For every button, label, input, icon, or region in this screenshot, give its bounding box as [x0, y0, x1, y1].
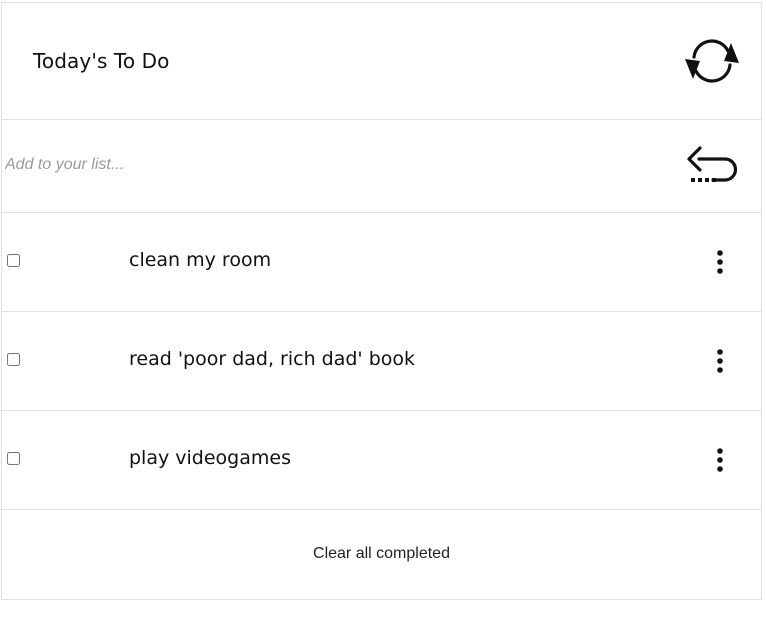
todo-list: clean my room read 'poor dad, rich dad' …: [2, 213, 761, 510]
list-item: clean my room: [2, 213, 761, 312]
todo-text: play videogames: [129, 447, 291, 469]
clear-completed-button[interactable]: Clear all completed: [2, 545, 761, 563]
enter-return-icon: [687, 146, 738, 182]
refresh-button[interactable]: [684, 35, 740, 87]
todo-text: read 'poor dad, rich dad' book: [129, 348, 416, 370]
kebab-menu-icon: [717, 250, 723, 274]
todo-text: clean my room: [129, 249, 272, 271]
todo-checkbox[interactable]: [7, 254, 20, 267]
todo-checkbox[interactable]: [7, 353, 20, 366]
item-menu-button[interactable]: [709, 348, 731, 374]
kebab-menu-icon: [717, 349, 723, 373]
list-item: read 'poor dad, rich dad' book: [2, 312, 761, 411]
todo-app: Today's To Do clean my ro: [1, 2, 762, 600]
add-item-input[interactable]: [5, 152, 565, 178]
footer: Clear all completed: [2, 511, 761, 599]
list-item: play videogames: [2, 411, 761, 510]
item-menu-button[interactable]: [709, 249, 731, 275]
header: Today's To Do: [2, 3, 761, 120]
kebab-menu-icon: [717, 448, 723, 472]
add-item-row: [2, 120, 761, 213]
enter-button[interactable]: [685, 144, 741, 190]
todo-checkbox[interactable]: [7, 452, 20, 465]
refresh-icon: [685, 39, 739, 83]
page-title: Today's To Do: [33, 49, 170, 73]
item-menu-button[interactable]: [709, 447, 731, 473]
